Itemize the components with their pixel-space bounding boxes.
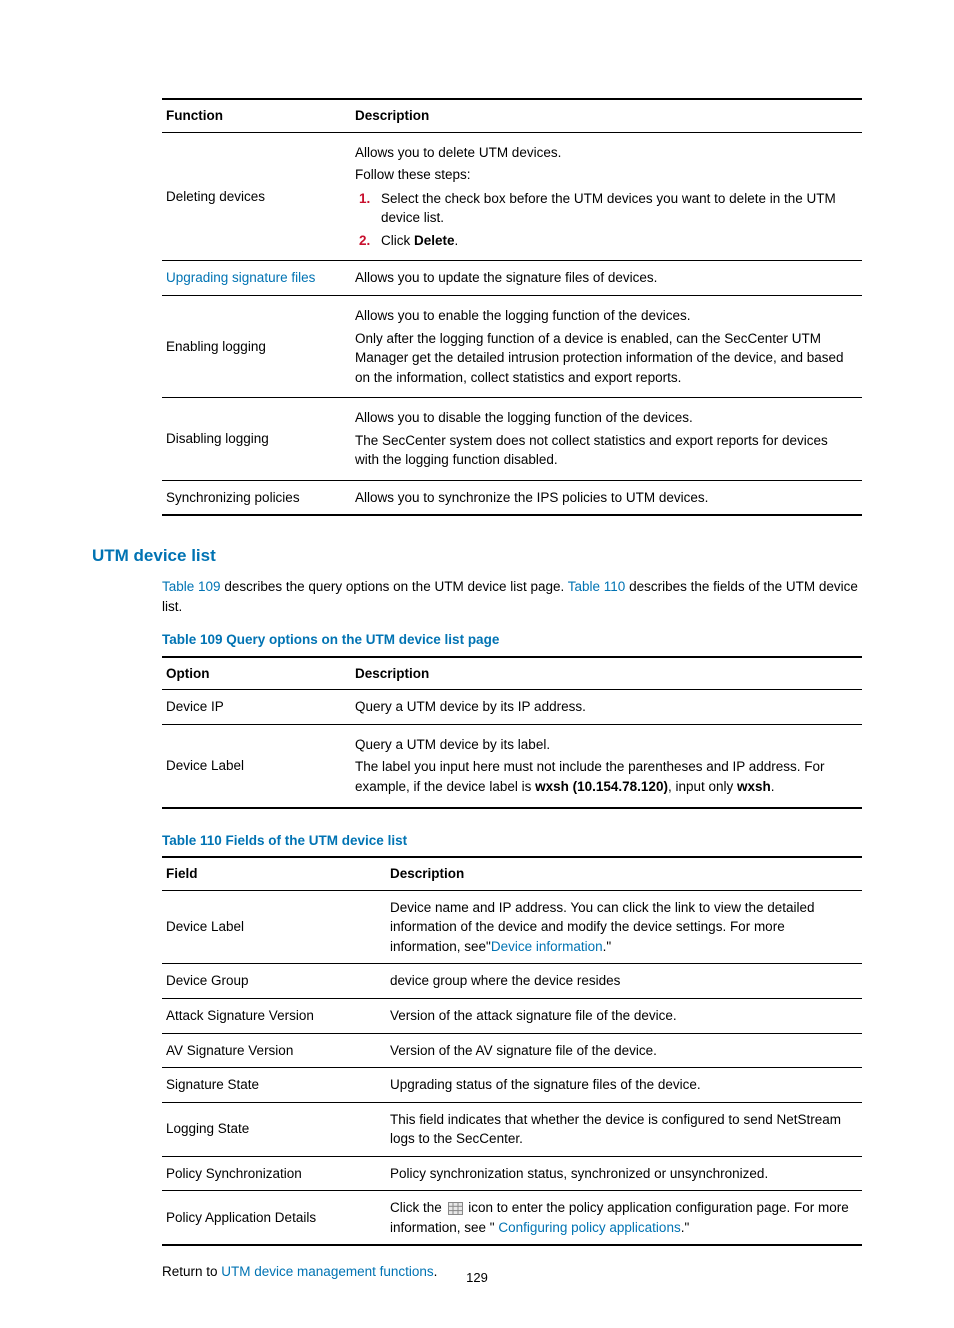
table-header: Description <box>386 857 862 890</box>
table-header: Description <box>351 99 862 132</box>
description-cell: Policy synchronization status, synchroni… <box>386 1156 862 1191</box>
field-cell: Signature State <box>162 1068 386 1103</box>
fields-table: Field Description Device Label Device na… <box>162 856 862 1246</box>
description-cell: Upgrading status of the signature files … <box>386 1068 862 1103</box>
function-cell: Deleting devices <box>162 132 351 261</box>
field-cell: Device Group <box>162 964 386 999</box>
text: Only after the logging function of a dev… <box>355 329 854 388</box>
description-cell: Allows you to enable the logging functio… <box>351 295 862 397</box>
table-row: Device Label Device name and IP address.… <box>162 890 862 964</box>
step-item: Click Delete. <box>375 231 854 251</box>
field-cell: Attack Signature Version <box>162 998 386 1033</box>
table-row: Signature State Upgrading status of the … <box>162 1068 862 1103</box>
description-cell: device group where the device resides <box>386 964 862 999</box>
description-cell: Version of the attack signature file of … <box>386 998 862 1033</box>
function-cell: Upgrading signature files <box>162 261 351 296</box>
field-cell: Policy Synchronization <box>162 1156 386 1191</box>
table-row: Upgrading signature files Allows you to … <box>162 261 862 296</box>
table-110-link[interactable]: Table 110 <box>568 579 626 594</box>
description-cell: This field indicates that whether the de… <box>386 1102 862 1156</box>
function-cell: Disabling logging <box>162 398 351 481</box>
field-cell: Device Label <box>162 890 386 964</box>
page-number: 129 <box>92 1269 862 1288</box>
text: The SecCenter system does not collect st… <box>355 431 854 470</box>
device-information-link[interactable]: Device information <box>491 939 603 954</box>
configuring-policy-applications-link[interactable]: Configuring policy applications <box>498 1220 680 1235</box>
table-header: Description <box>351 657 862 690</box>
text: Follow these steps: <box>355 165 854 185</box>
description-cell: Version of the AV signature file of the … <box>386 1033 862 1068</box>
table-row: Disabling logging Allows you to disable … <box>162 398 862 481</box>
table-row: Device Group device group where the devi… <box>162 964 862 999</box>
text: The label you input here must not includ… <box>355 757 854 796</box>
description-cell: Allows you to update the signature files… <box>351 261 862 296</box>
table-row: Enabling logging Allows you to enable th… <box>162 295 862 397</box>
description-cell: Allows you to disable the logging functi… <box>351 398 862 481</box>
table-row: Synchronizing policies Allows you to syn… <box>162 480 862 515</box>
text: Allows you to enable the logging functio… <box>355 306 854 326</box>
field-cell: Policy Application Details <box>162 1191 386 1246</box>
functions-table: Function Description Deleting devices Al… <box>162 98 862 516</box>
function-cell: Enabling logging <box>162 295 351 397</box>
table-109-link[interactable]: Table 109 <box>162 579 221 594</box>
table-header: Field <box>162 857 386 890</box>
table-row: Logging State This field indicates that … <box>162 1102 862 1156</box>
table-row: Policy Application Details Click the ico… <box>162 1191 862 1246</box>
utm-device-list-heading: UTM device list <box>92 544 862 569</box>
upgrading-signature-files-link[interactable]: Upgrading signature files <box>166 270 315 285</box>
text: Allows you to disable the logging functi… <box>355 408 854 428</box>
query-options-table: Option Description Device IP Query a UTM… <box>162 656 862 809</box>
option-cell: Device Label <box>162 724 351 807</box>
table-header: Function <box>162 99 351 132</box>
table-row: Device Label Query a UTM device by its l… <box>162 724 862 807</box>
paragraph: Table 109 describes the query options on… <box>162 577 862 616</box>
table-110-title: Table 110 Fields of the UTM device list <box>162 831 862 851</box>
description-cell: Device name and IP address. You can clic… <box>386 890 862 964</box>
description-cell: Query a UTM device by its label. The lab… <box>351 724 862 807</box>
function-cell: Synchronizing policies <box>162 480 351 515</box>
table-row: Policy Synchronization Policy synchroniz… <box>162 1156 862 1191</box>
field-cell: AV Signature Version <box>162 1033 386 1068</box>
step-item: Select the check box before the UTM devi… <box>375 189 854 228</box>
description-cell: Click the icon to enter the policy appli… <box>386 1191 862 1246</box>
field-cell: Logging State <box>162 1102 386 1156</box>
text: Allows you to delete UTM devices. <box>355 143 854 163</box>
table-row: Device IP Query a UTM device by its IP a… <box>162 690 862 725</box>
text: Query a UTM device by its label. <box>355 735 854 755</box>
grid-icon <box>448 1202 463 1215</box>
table-row: Attack Signature Version Version of the … <box>162 998 862 1033</box>
description-cell: Query a UTM device by its IP address. <box>351 690 862 725</box>
table-row: Deleting devices Allows you to delete UT… <box>162 132 862 261</box>
description-cell: Allows you to delete UTM devices. Follow… <box>351 132 862 261</box>
description-cell: Allows you to synchronize the IPS polici… <box>351 480 862 515</box>
table-109-title: Table 109 Query options on the UTM devic… <box>162 630 862 650</box>
option-cell: Device IP <box>162 690 351 725</box>
table-row: AV Signature Version Version of the AV s… <box>162 1033 862 1068</box>
table-header: Option <box>162 657 351 690</box>
